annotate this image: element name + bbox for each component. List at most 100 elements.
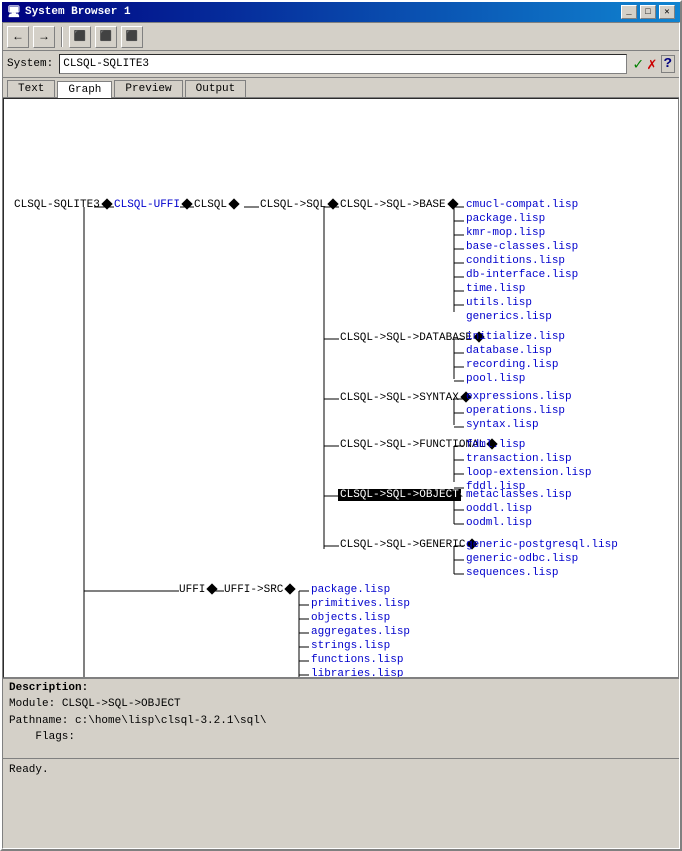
status-text: Ready. [9, 764, 49, 776]
description-area: Description: Module: CLSQL->SQL->OBJECT … [3, 678, 679, 758]
file-transaction[interactable]: transaction.lisp [464, 453, 574, 465]
node-syntax-label: CLSQL->SQL->SYNTAX [338, 392, 461, 404]
file-operations[interactable]: operations.lisp [464, 405, 567, 417]
system-label: System: [7, 58, 53, 70]
tab-preview[interactable]: Preview [114, 80, 182, 97]
node-base-label: CLSQL->SQL->BASE [338, 199, 448, 211]
status-bar: Ready. [3, 758, 679, 780]
node-syntax[interactable]: CLSQL->SQL->SYNTAX [338, 392, 471, 404]
description-title: Description: [9, 682, 673, 694]
tab-output[interactable]: Output [185, 80, 247, 97]
title-bar-icon: 🖥 [7, 5, 21, 19]
file-libraries[interactable]: libraries.lisp [309, 668, 405, 678]
node-root-label: CLSQL-SQLITE3 [12, 199, 102, 211]
toolbar-separator [61, 27, 63, 47]
back-button[interactable]: ← [7, 26, 29, 48]
system-input[interactable] [59, 54, 627, 74]
tool-button-1[interactable]: ⬛ [69, 26, 91, 48]
file-initialize[interactable]: initialize.lisp [464, 331, 567, 343]
file-fdml[interactable]: fdml.lisp [464, 439, 527, 451]
file-aggregates[interactable]: aggregates.lisp [309, 626, 412, 638]
node-clsql-uffi-diamond [181, 198, 192, 209]
node-generic[interactable]: CLSQL->SQL->GENERIC [338, 539, 477, 551]
file-cmucl[interactable]: cmucl-compat.lisp [464, 199, 580, 211]
node-clsql[interactable]: CLSQL [192, 199, 239, 211]
file-metaclasses[interactable]: metaclasses.lisp [464, 489, 574, 501]
node-uffi-src[interactable]: UFFI->SRC [222, 584, 295, 596]
node-uffi-label: UFFI [177, 584, 207, 596]
file-loop-extension[interactable]: loop-extension.lisp [464, 467, 593, 479]
node-clsql-uffi[interactable]: CLSQL-UFFI [112, 199, 192, 211]
file-generics[interactable]: generics.lisp [464, 311, 554, 323]
tab-text[interactable]: Text [7, 80, 55, 97]
file-functions[interactable]: functions.lisp [309, 654, 405, 666]
file-generic-pg[interactable]: generic-postgresql.lisp [464, 539, 620, 551]
file-oodml[interactable]: oodml.lisp [464, 517, 534, 529]
file-pool[interactable]: pool.lisp [464, 373, 527, 385]
desc-flags-line: Flags: [9, 729, 673, 746]
file-db-interface[interactable]: db-interface.lisp [464, 269, 580, 281]
file-package-base[interactable]: package.lisp [464, 213, 547, 225]
cancel-button[interactable]: ✗ [647, 54, 657, 74]
node-clsql-sql-diamond [327, 198, 338, 209]
node-database-label: CLSQL->SQL->DATABASE [338, 332, 474, 344]
node-uffi-src-label: UFFI->SRC [222, 584, 285, 596]
tab-graph[interactable]: Graph [57, 81, 112, 98]
desc-flags-label: Flags: [35, 731, 75, 743]
graph-canvas: CLSQL-SQLITE3 CLSQL-UFFI CLSQL CLSQL->SQ… [3, 98, 679, 678]
tool-button-3[interactable]: ⬛ [121, 26, 143, 48]
node-base[interactable]: CLSQL->SQL->BASE [338, 199, 458, 211]
tool-button-2[interactable]: ⬛ [95, 26, 117, 48]
node-clsql-diamond [228, 198, 239, 209]
desc-module-line: Module: CLSQL->SQL->OBJECT [9, 696, 673, 713]
file-strings[interactable]: strings.lisp [309, 640, 392, 652]
file-ooddl[interactable]: ooddl.lisp [464, 503, 534, 515]
node-clsql-sql-label: CLSQL->SQL [258, 199, 328, 211]
system-actions: ✓ ✗ ? [633, 54, 675, 74]
file-base-classes[interactable]: base-classes.lisp [464, 241, 580, 253]
file-package-uffi[interactable]: package.lisp [309, 584, 392, 596]
node-database[interactable]: CLSQL->SQL->DATABASE [338, 332, 484, 344]
main-window: 🖥 System Browser 1 _ □ ✕ ← → ⬛ ⬛ ⬛ Syste… [0, 0, 682, 851]
desc-module-label: Module: [9, 698, 55, 710]
tab-bar: Text Graph Preview Output [3, 78, 679, 98]
confirm-button[interactable]: ✓ [633, 54, 643, 74]
title-bar: 🖥 System Browser 1 _ □ ✕ [2, 2, 680, 22]
file-database[interactable]: database.lisp [464, 345, 554, 357]
file-objects[interactable]: objects.lisp [309, 612, 392, 624]
file-utils[interactable]: utils.lisp [464, 297, 534, 309]
node-object-label: CLSQL->SQL->OBJECT [338, 489, 461, 501]
node-base-diamond [447, 198, 458, 209]
desc-pathname-line: Pathname: c:\home\lisp\clsql-3.2.1\sql\ [9, 713, 673, 730]
file-syntax[interactable]: syntax.lisp [464, 419, 541, 431]
node-clsql-uffi-label: CLSQL-UFFI [112, 199, 182, 211]
node-clsql-label: CLSQL [192, 199, 229, 211]
node-uffi[interactable]: UFFI [177, 584, 217, 596]
node-uffi-diamond [207, 583, 218, 594]
system-bar: System: ✓ ✗ ? [3, 51, 679, 78]
close-button[interactable]: ✕ [659, 5, 675, 19]
file-recording[interactable]: recording.lisp [464, 359, 560, 371]
minimize-button[interactable]: _ [621, 5, 637, 19]
graph-area: CLSQL-SQLITE3 CLSQL-UFFI CLSQL CLSQL->SQ… [4, 99, 679, 678]
file-expressions[interactable]: expressions.lisp [464, 391, 574, 403]
description-content: Module: CLSQL->SQL->OBJECT Pathname: c:\… [9, 696, 673, 746]
help-button[interactable]: ? [661, 55, 675, 73]
maximize-button[interactable]: □ [640, 5, 656, 19]
desc-module-value: CLSQL->SQL->OBJECT [62, 698, 181, 710]
file-primitives[interactable]: primitives.lisp [309, 598, 412, 610]
node-root-diamond [101, 198, 112, 209]
desc-pathname-label: Pathname: [9, 715, 68, 727]
node-generic-label: CLSQL->SQL->GENERIC [338, 539, 467, 551]
file-time[interactable]: time.lisp [464, 283, 527, 295]
file-generic-odbc[interactable]: generic-odbc.lisp [464, 553, 580, 565]
file-sequences[interactable]: sequences.lisp [464, 567, 560, 579]
node-object[interactable]: CLSQL->SQL->OBJECT [338, 489, 471, 501]
node-clsql-sql[interactable]: CLSQL->SQL [258, 199, 338, 211]
title-bar-text: System Browser 1 [25, 6, 131, 18]
forward-button[interactable]: → [33, 26, 55, 48]
node-uffi-src-diamond [285, 583, 296, 594]
node-root[interactable]: CLSQL-SQLITE3 [12, 199, 112, 211]
file-kmr-mop[interactable]: kmr-mop.lisp [464, 227, 547, 239]
file-conditions[interactable]: conditions.lisp [464, 255, 567, 267]
